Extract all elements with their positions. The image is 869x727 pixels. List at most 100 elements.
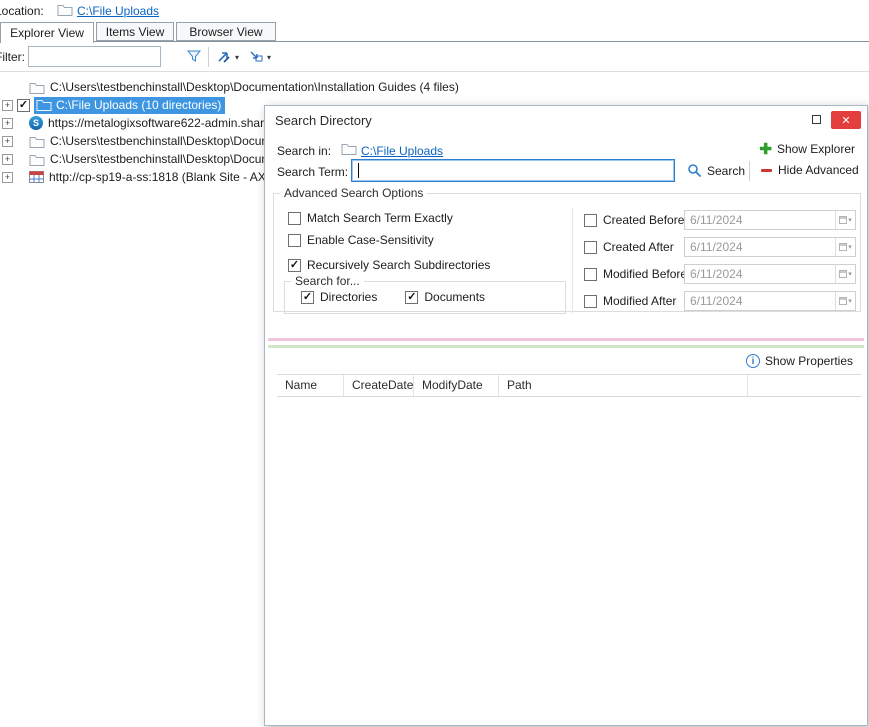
tree-item-label: https://metalogixsoftware622-admin.share… bbox=[48, 116, 277, 130]
option-modified-after[interactable]: Modified After bbox=[584, 293, 676, 309]
search-in-label: Search in: bbox=[277, 144, 331, 158]
view-tabbar: Explorer View Items View Browser View bbox=[0, 21, 869, 42]
chevron-down-icon[interactable]: ▾ bbox=[267, 53, 271, 62]
expand-plus-icon[interactable]: + bbox=[2, 136, 13, 147]
magnifier-icon bbox=[687, 163, 702, 178]
search-term-label: Search Term: bbox=[277, 165, 348, 179]
option-created-after[interactable]: Created After bbox=[584, 239, 674, 255]
expand-plus-icon[interactable]: + bbox=[2, 118, 13, 129]
separator bbox=[749, 161, 750, 181]
site-database-icon bbox=[29, 171, 44, 183]
checkbox[interactable] bbox=[584, 268, 597, 281]
calendar-dropdown-icon[interactable]: ▾ bbox=[835, 292, 855, 310]
date-value: 6/11/2024 bbox=[685, 294, 835, 308]
minimize-button[interactable] bbox=[812, 115, 821, 124]
toolbar-arrows-icon-1[interactable] bbox=[216, 48, 232, 64]
checkbox[interactable]: ✓ bbox=[405, 291, 418, 304]
splitter-strip-green bbox=[268, 345, 864, 348]
advanced-options-title: Advanced Search Options bbox=[280, 186, 427, 200]
location-path-link[interactable]: C:\File Uploads bbox=[77, 4, 159, 18]
search-for-label: Search for... bbox=[291, 274, 364, 288]
calendar-dropdown-icon[interactable]: ▾ bbox=[835, 211, 855, 229]
expand-plus-icon[interactable]: + bbox=[2, 154, 13, 165]
chevron-down-icon[interactable]: ▾ bbox=[235, 53, 239, 62]
option-label: Match Search Term Exactly bbox=[307, 211, 453, 225]
option-recursive-search[interactable]: ✓ Recursively Search Subdirectories bbox=[288, 257, 490, 273]
option-label: Created After bbox=[603, 240, 674, 254]
folder-icon bbox=[29, 153, 45, 166]
search-button[interactable]: Search bbox=[687, 163, 745, 178]
created-after-date-picker[interactable]: 6/11/2024 ▾ bbox=[684, 237, 856, 257]
folder-icon bbox=[57, 3, 73, 16]
expand-plus-icon[interactable]: + bbox=[2, 100, 13, 111]
option-label: Created Before bbox=[603, 213, 684, 227]
modified-before-date-picker[interactable]: 6/11/2024 ▾ bbox=[684, 264, 856, 284]
tab-browser-view[interactable]: Browser View bbox=[176, 22, 276, 41]
search-in-path-link[interactable]: C:\File Uploads bbox=[361, 144, 443, 158]
date-value: 6/11/2024 bbox=[685, 267, 835, 281]
tree-row[interactable]: C:\Users\testbenchinstall\Desktop\Docume… bbox=[0, 78, 869, 96]
show-properties-label: Show Properties bbox=[765, 354, 853, 368]
column-header-path[interactable]: Path bbox=[499, 375, 748, 396]
filter-input[interactable] bbox=[28, 46, 161, 67]
toolbar-divider bbox=[0, 71, 869, 72]
folder-icon bbox=[36, 98, 52, 111]
checkbox[interactable] bbox=[584, 241, 597, 254]
hide-advanced-label: Hide Advanced bbox=[778, 163, 859, 177]
folder-icon bbox=[29, 135, 45, 148]
search-term-input[interactable] bbox=[351, 159, 675, 182]
tab-strip-divider bbox=[0, 41, 869, 42]
checkbox[interactable]: ✓ bbox=[301, 291, 314, 304]
dialog-title: Search Directory bbox=[275, 113, 372, 128]
option-created-before[interactable]: Created Before bbox=[584, 212, 684, 228]
column-header-name[interactable]: Name bbox=[277, 375, 344, 396]
tab-items-view[interactable]: Items View bbox=[96, 22, 174, 41]
option-modified-before[interactable]: Modified Before bbox=[584, 266, 687, 282]
tree-item-label: http://cp-sp19-a-ss:1818 (Blank Site - A… bbox=[49, 170, 289, 184]
show-explorer-button[interactable]: ✚ Show Explorer bbox=[759, 142, 855, 156]
filter-funnel-icon[interactable] bbox=[186, 48, 202, 64]
tree-item-label: C:\Users\testbenchinstall\Desktop\Docume… bbox=[50, 134, 288, 148]
created-before-date-picker[interactable]: 6/11/2024 ▾ bbox=[684, 210, 856, 230]
checkbox[interactable] bbox=[288, 234, 301, 247]
checkbox[interactable] bbox=[288, 212, 301, 225]
close-button[interactable]: ✕ bbox=[831, 111, 861, 129]
tab-explorer-view[interactable]: Explorer View bbox=[0, 22, 94, 43]
tree-checkbox[interactable]: ✓ bbox=[17, 99, 30, 112]
text-caret bbox=[358, 163, 359, 178]
location-label: Location: bbox=[0, 4, 44, 18]
column-header-createdate[interactable]: CreateDate bbox=[344, 375, 414, 396]
date-value: 6/11/2024 bbox=[685, 240, 835, 254]
checkbox[interactable] bbox=[584, 214, 597, 227]
date-value: 6/11/2024 bbox=[685, 213, 835, 227]
option-label: Documents bbox=[424, 290, 485, 304]
option-documents[interactable]: ✓ Documents bbox=[405, 290, 485, 304]
toolbar-separator bbox=[208, 47, 209, 67]
minus-icon bbox=[761, 169, 772, 172]
column-header-modifydate[interactable]: ModifyDate bbox=[414, 375, 499, 396]
calendar-dropdown-icon[interactable]: ▾ bbox=[835, 238, 855, 256]
option-directories[interactable]: ✓ Directories bbox=[301, 290, 377, 304]
option-label: Modified Before bbox=[603, 267, 687, 281]
option-label: Modified After bbox=[603, 294, 676, 308]
toolbar-arrows-icon-2[interactable] bbox=[248, 48, 264, 64]
tree-item-label: C:\Users\testbenchinstall\Desktop\Docume… bbox=[50, 152, 288, 166]
calendar-dropdown-icon[interactable]: ▾ bbox=[835, 265, 855, 283]
plus-icon: ✚ bbox=[759, 143, 772, 156]
search-button-label: Search bbox=[707, 164, 745, 178]
search-directory-dialog: Search Directory ✕ Search in: C:\File Up… bbox=[264, 105, 868, 726]
option-label: Enable Case-Sensitivity bbox=[307, 233, 434, 247]
hide-advanced-button[interactable]: Hide Advanced bbox=[761, 163, 859, 177]
option-match-exactly[interactable]: Match Search Term Exactly bbox=[288, 210, 453, 226]
expand-plus-icon[interactable]: + bbox=[2, 172, 13, 183]
show-properties-button[interactable]: i Show Properties bbox=[746, 354, 853, 368]
checkbox[interactable] bbox=[584, 295, 597, 308]
option-label: Directories bbox=[320, 290, 377, 304]
modified-after-date-picker[interactable]: 6/11/2024 ▾ bbox=[684, 291, 856, 311]
search-for-group: Search for... ✓ Directories ✓ Documents bbox=[284, 274, 566, 314]
selected-tree-item[interactable]: C:\File Uploads (10 directories) bbox=[34, 97, 225, 114]
checkbox[interactable]: ✓ bbox=[288, 259, 301, 272]
option-case-sensitivity[interactable]: Enable Case-Sensitivity bbox=[288, 232, 434, 248]
location-row: Location: C:\File Uploads bbox=[0, 0, 869, 22]
filter-label: Filter: bbox=[0, 50, 25, 64]
